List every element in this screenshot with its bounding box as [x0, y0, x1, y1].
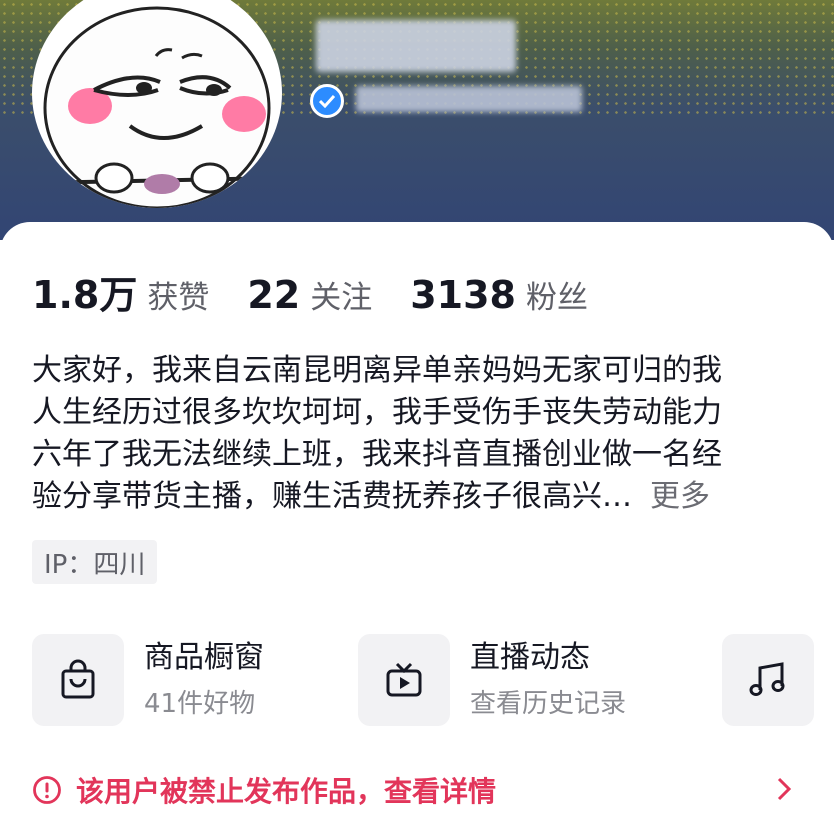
music-note-icon — [749, 662, 785, 696]
shopping-bag-icon — [61, 659, 95, 699]
music-entry[interactable] — [722, 632, 814, 728]
live-history-subtitle: 查看历史记录 — [470, 689, 627, 719]
bio-line-last: 验分享带货主播，赚生活费抚养孩子很高兴… 更多 — [32, 476, 802, 518]
shop-window-subtitle: 41件好物 — [144, 689, 256, 719]
shop-window-icon-box — [32, 634, 124, 726]
bio-line: 大家好，我来自云南昆明离异单亲妈妈无家可归的我 — [32, 353, 722, 388]
stat-likes-value: 1.8万 — [32, 273, 138, 317]
bio-line: 人生经历过很多坎坎坷坷，我手受伤手丧失劳动能力 — [32, 395, 722, 430]
stat-followers[interactable]: 3138 粉丝 — [410, 272, 588, 317]
stat-likes[interactable]: 1.8万 获赞 — [32, 264, 209, 319]
stat-following-value: 22 — [247, 273, 301, 317]
profile-stats: 1.8万 获赞 22 关注 3138 粉丝 — [32, 264, 626, 317]
account-restricted-notice[interactable]: 该用户被禁止发布作品，查看详情 — [32, 770, 802, 810]
account-restricted-text: 该用户被禁止发布作品，查看详情 — [76, 775, 497, 808]
stat-following-label: 关注 — [310, 280, 373, 316]
profile-subtitle-redacted: ██████████ — [356, 86, 582, 112]
stat-likes-label: 获赞 — [147, 280, 210, 316]
live-history-icon-box — [358, 634, 450, 726]
chevron-right-icon — [777, 777, 792, 801]
bio-more-link[interactable]: 更多 — [650, 479, 710, 514]
ip-location-tag: IP：四川 — [32, 540, 158, 584]
shop-window-text: 商品橱窗 41件好物 — [144, 638, 264, 722]
music-icon-box — [722, 634, 814, 726]
verified-badge-icon — [310, 84, 344, 118]
shop-window-entry[interactable]: 商品橱窗 41件好物 — [32, 632, 264, 728]
live-history-title: 直播动态 — [470, 640, 590, 675]
profile-name-redacted: ████ — [316, 20, 516, 72]
stat-followers-label: 粉丝 — [525, 280, 588, 316]
shop-window-title: 商品橱窗 — [144, 640, 264, 675]
stat-followers-value: 3138 — [410, 273, 516, 317]
stat-following[interactable]: 22 关注 — [247, 272, 372, 317]
profile-card: 1.8万 获赞 22 关注 3138 粉丝 大家好，我来自云南昆明离异单亲妈妈无… — [0, 222, 834, 836]
bio-line-text: 验分享带货主播，赚生活费抚养孩子很高兴… — [32, 479, 632, 514]
profile-bio: 大家好，我来自云南昆明离异单亲妈妈无家可归的我 人生经历过很多坎坎坷坷，我手受伤… — [32, 350, 802, 518]
bio-line: 六年了我无法继续上班，我来抖音直播创业做一名经 — [32, 437, 722, 472]
live-history-text: 直播动态 查看历史记录 — [470, 638, 626, 722]
live-history-entry[interactable]: 直播动态 查看历史记录 — [358, 632, 626, 728]
tv-icon — [386, 662, 422, 697]
check-icon — [319, 94, 335, 108]
warning-circle-icon — [33, 776, 61, 804]
